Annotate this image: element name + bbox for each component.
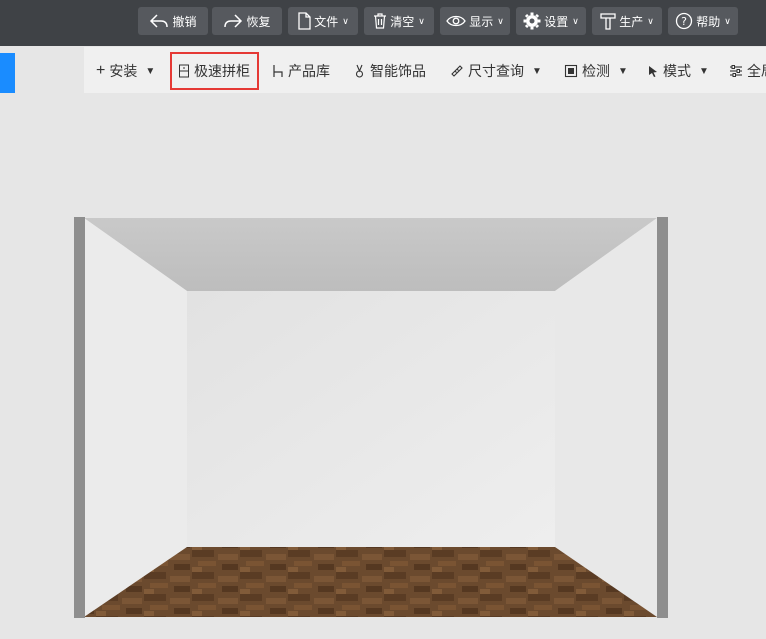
right-wall-edge <box>657 217 668 618</box>
back-wall <box>187 291 555 547</box>
3d-room-viewport[interactable] <box>0 0 766 639</box>
left-wall-edge <box>74 217 85 618</box>
